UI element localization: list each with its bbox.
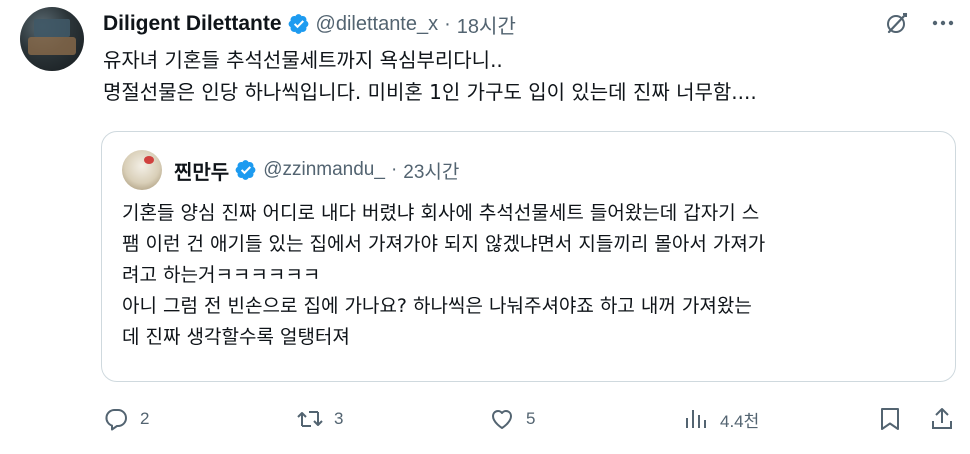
- like-button[interactable]: 5: [488, 401, 535, 437]
- quoted-header-separator: ·: [390, 159, 398, 180]
- repost-button[interactable]: 3: [296, 401, 343, 437]
- author-display-name[interactable]: Diligent Dilettante: [103, 12, 282, 36]
- quoted-text-line: 팸 이런 건 애기들 있는 집에서 가져가야 되지 않겠냐면서 지들끼리 몰아서…: [122, 233, 766, 255]
- more-icon[interactable]: [930, 10, 956, 36]
- tweet-body: 유자녀 기혼들 추석선물세트까지 욕심부리다니.. 명절선물은 인당 하나씩입니…: [103, 44, 963, 108]
- repost-icon: [296, 405, 324, 433]
- quoted-tweet-timestamp[interactable]: 23시간: [403, 157, 459, 184]
- quoted-text-line: 기혼들 양심 진짜 어디로 내다 버렸냐 회사에 추석선물세트 들어왔는데 갑자…: [122, 202, 760, 224]
- share-button[interactable]: [928, 401, 956, 437]
- author-avatar[interactable]: [20, 7, 84, 71]
- views-button[interactable]: 4.4천: [682, 401, 759, 437]
- quoted-tweet-body: 기혼들 양심 진짜 어디로 내다 버렸냐 회사에 추석선물세트 들어왔는데 갑자…: [122, 198, 942, 353]
- tweet-text-line: 유자녀 기혼들 추석선물세트까지 욕심부리다니..: [103, 48, 503, 72]
- tweet-text-line: 명절선물은 인당 하나씩입니다. 미비혼 1인 가구도 입이 있는데 진짜 너무…: [103, 80, 757, 104]
- analytics-icon: [682, 405, 710, 433]
- tweet-timestamp[interactable]: 18시간: [457, 10, 516, 39]
- heart-icon: [488, 405, 516, 433]
- quoted-author-handle[interactable]: @zzinmandu_: [263, 159, 385, 181]
- tweet-action-bar: 2 3 5 4.4천: [100, 401, 960, 437]
- like-count: 5: [526, 409, 536, 428]
- quoted-author-avatar[interactable]: [122, 150, 162, 190]
- reply-button[interactable]: 2: [102, 401, 149, 437]
- quoted-verified-badge-icon[interactable]: [235, 159, 257, 181]
- quoted-text-line: 데 진짜 생각할수록 얼탱터져: [122, 326, 350, 348]
- tweet-top-actions: [884, 10, 956, 36]
- reply-icon: [102, 405, 130, 433]
- header-separator: ·: [444, 12, 451, 35]
- reply-count: 2: [140, 409, 150, 428]
- quoted-author-display-name[interactable]: 찐만두: [174, 156, 229, 185]
- view-count: 4.4천: [720, 411, 760, 431]
- tweet-header: Diligent Dilettante @dilettante_x · 18시간: [103, 9, 516, 39]
- quoted-text-line: 아니 그럼 전 빈손으로 집에 가나요? 하나씩은 나눠주셔야죠 하고 내꺼 가…: [122, 295, 752, 317]
- quoted-tweet-card[interactable]: 찐만두 @zzinmandu_ · 23시간 기혼들 양심 진짜 어디로 내다 …: [101, 131, 956, 382]
- verified-badge-icon[interactable]: [288, 13, 310, 35]
- quoted-tweet-header: 찐만두 @zzinmandu_ · 23시간: [174, 156, 459, 184]
- grok-icon[interactable]: [884, 10, 910, 36]
- quoted-text-line: 려고 하는거ㅋㅋㅋㅋㅋㅋ: [122, 264, 321, 286]
- repost-count: 3: [334, 409, 344, 428]
- author-handle[interactable]: @dilettante_x: [316, 13, 439, 36]
- share-icon: [928, 405, 956, 433]
- bookmark-button[interactable]: [876, 401, 904, 437]
- bookmark-icon: [876, 405, 904, 433]
